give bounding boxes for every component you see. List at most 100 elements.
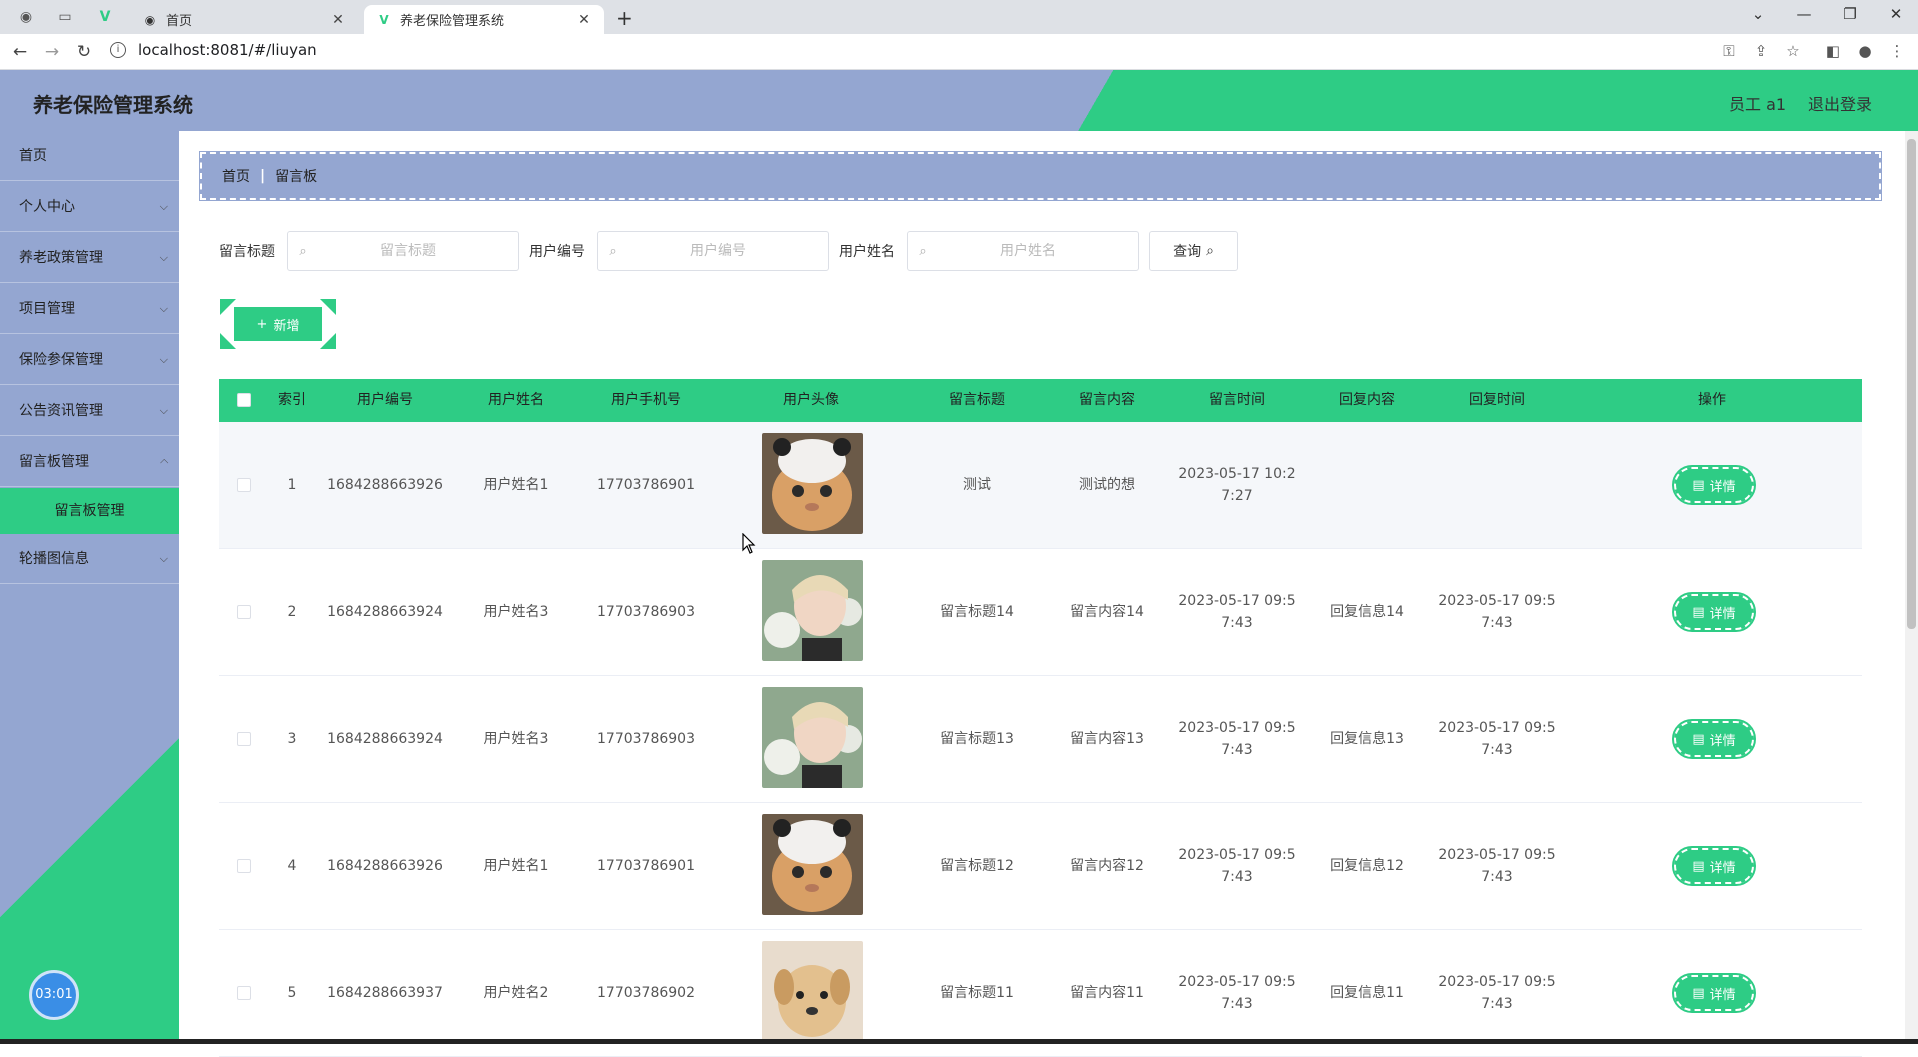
key-icon[interactable]: ⚿ [1718,42,1740,60]
close-window-icon[interactable]: ✕ [1886,5,1906,23]
tab-active[interactable]: V 养老保险管理系统 ✕ [364,5,604,34]
close-icon[interactable]: ✕ [576,12,592,28]
cell-user-name: 用户姓名1 [483,858,549,874]
sidebar-item-messageboard[interactable]: 留言板管理 ⌵ [0,437,179,487]
row-checkbox[interactable] [237,986,251,1000]
select-all-checkbox[interactable] [237,393,251,407]
sidebar-item-carousel[interactable]: 轮播图信息 ⌵ [0,534,179,584]
chevron-down-icon: ⌵ [159,200,168,213]
url-field[interactable]: i localhost:8081/#/liuyan [110,41,317,59]
minimize-icon[interactable]: — [1794,5,1814,23]
sidebar-item-news[interactable]: 公告资讯管理 ⌵ [0,386,179,436]
cell-time-line1: 2023-05-17 09:5 [1178,847,1296,863]
user-avatar-image [762,433,863,534]
table-row[interactable]: 5 1684288663937 用户姓名2 17703786902 留言标题11 留言内容… [219,930,1862,1057]
blank-tab-icon[interactable]: ▭ [56,8,74,26]
address-bar: ← → ↻ i localhost:8081/#/liuyan ⚿ ⇪ ☆ ◧ … [0,34,1918,70]
current-user: 员工 a1 [1729,95,1787,114]
sidebar-item-label: 养老政策管理 [19,250,103,266]
profile-icon[interactable]: ● [1854,42,1876,60]
cell-reply-time: 2023-05-17 09:5 7:43 [1438,590,1555,634]
share-icon[interactable]: ⇪ [1750,42,1772,60]
add-button[interactable]: + 新增 [220,299,336,349]
detail-button[interactable]: ▤ 详情 [1672,846,1756,886]
back-icon[interactable]: ← [9,42,31,62]
tab-home[interactable]: ◉ 首页 ✕ [130,5,358,34]
vue-icon[interactable]: V [96,8,114,26]
detail-button[interactable]: ▤ 详情 [1672,592,1756,632]
column-header: 留言时间 [1209,392,1265,408]
menu-icon[interactable]: ⋮ [1886,42,1908,60]
cell-reply-time-line1: 2023-05-17 09:5 [1438,720,1556,736]
detail-button[interactable]: ▤ 详情 [1672,719,1756,759]
table-row[interactable]: 3 1684288663924 用户姓名3 17703786903 留言标题13 留言内容… [219,676,1862,803]
cell-title: 留言标题12 [940,858,1014,874]
userno-search-input[interactable] [628,243,808,259]
reload-icon[interactable]: ↻ [73,42,95,62]
add-button-body[interactable]: + 新增 [234,307,322,341]
vue-icon: V [379,12,389,27]
cell-time: 2023-05-17 09:5 7:43 [1178,717,1295,761]
sidepanel-icon[interactable]: ◧ [1822,42,1844,60]
forward-icon[interactable]: → [41,42,63,62]
close-icon[interactable]: ✕ [330,12,346,28]
sidebar-item-label: 轮播图信息 [19,551,89,567]
cell-content: 留言内容14 [1070,604,1144,620]
userno-search-field[interactable]: ⌕ [597,231,829,271]
corner-decoration [320,299,336,315]
document-icon: ▤ [1692,604,1705,620]
table-row[interactable]: 2 1684288663924 用户姓名3 17703786903 留言标题14 留言内容… [219,549,1862,676]
detail-label: 详情 [1709,479,1736,495]
mouse-cursor-icon [742,533,756,554]
app-header: 养老保险管理系统 员工 a1 退出登录 [0,70,1918,131]
cell-content: 留言内容12 [1070,858,1144,874]
detail-button[interactable]: ▤ 详情 [1672,973,1756,1013]
cell-phone: 17703786903 [597,731,695,747]
sidebar-item-label: 个人中心 [19,199,75,215]
document-icon: ▤ [1692,477,1705,493]
cell-time-line1: 2023-05-17 09:5 [1178,974,1296,990]
restore-icon[interactable]: ❐ [1840,5,1860,23]
page-scrollbar[interactable] [1905,131,1918,1044]
cell-time-line1: 2023-05-17 10:2 [1178,466,1296,482]
sidebar-item-home[interactable]: 首页 [0,131,179,181]
title-search-field[interactable]: ⌕ [287,231,519,271]
detail-button[interactable]: ▤ 详情 [1672,465,1756,505]
row-checkbox[interactable] [237,605,251,619]
row-checkbox[interactable] [237,859,251,873]
sidebar-item-policy[interactable]: 养老政策管理 ⌵ [0,233,179,283]
new-tab-button[interactable]: + [616,6,633,30]
cell-time-line2: 7:43 [1221,615,1253,631]
cell-title: 留言标题11 [940,985,1014,1001]
row-checkbox[interactable] [237,732,251,746]
globe-icon[interactable]: ◉ [17,8,35,26]
sidebar-item-projects[interactable]: 项目管理 ⌵ [0,284,179,334]
row-checkbox[interactable] [237,478,251,492]
username-search-input[interactable] [938,243,1118,259]
cell-index: 1 [287,477,297,493]
cell-reply-time-line1: 2023-05-17 09:5 [1438,974,1556,990]
sidebar-item-insurance[interactable]: 保险参保管理 ⌵ [0,335,179,385]
user-avatar-image [762,941,863,1042]
username-search-field[interactable]: ⌕ [907,231,1139,271]
title-label: 留言标题 [219,244,275,260]
star-icon[interactable]: ☆ [1782,42,1804,60]
table-row[interactable]: 4 1684288663926 用户姓名1 17703786901 留言标题12 留言内容… [219,803,1862,930]
cell-time-line2: 7:43 [1221,742,1253,758]
logout-button[interactable]: 退出登录 [1808,91,1872,115]
cell-reply: 回复信息11 [1330,985,1404,1001]
cell-phone: 17703786901 [597,858,695,874]
query-button[interactable]: 查询 ⌕ [1149,231,1238,271]
scroll-thumb[interactable] [1907,139,1916,629]
sidebar-item-personal-center[interactable]: 个人中心 ⌵ [0,182,179,232]
timer-badge[interactable]: 03:01 [29,970,79,1020]
tab-search-icon[interactable]: ⌄ [1748,5,1768,23]
breadcrumb-home[interactable]: 首页 [222,166,250,186]
title-search-input[interactable] [318,243,498,259]
cell-index: 3 [287,731,297,747]
table-row[interactable]: 1 1684288663926 用户姓名1 17703786901 测试 测试的想 2023… [219,422,1862,549]
sidebar-subitem-messageboard[interactable]: 留言板管理 [0,488,179,534]
cell-title: 留言标题14 [940,604,1014,620]
cell-reply-time-line1: 2023-05-17 09:5 [1438,593,1556,609]
info-icon[interactable]: i [110,42,126,58]
